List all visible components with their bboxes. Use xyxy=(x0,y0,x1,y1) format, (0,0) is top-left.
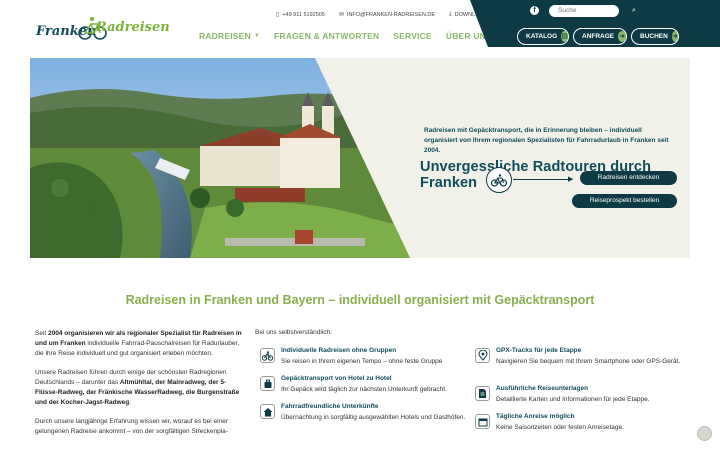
nav-item-service[interactable]: SERVICE xyxy=(393,31,432,41)
chevron-down-icon: ▼ xyxy=(253,33,261,39)
order-brochure-button[interactable]: Reiseprospekt bestellen xyxy=(572,194,677,208)
nav-item-radreisen[interactable]: RADREISEN ▼ xyxy=(199,31,260,41)
house-icon xyxy=(260,404,275,419)
arrow-head-icon: ▶ xyxy=(568,176,574,183)
intro-paragraph-3: Durch unsere langjährige Erfahrung wisse… xyxy=(35,418,228,435)
cyclist-icon xyxy=(260,348,275,363)
mail-icon: ✉ xyxy=(338,12,344,18)
cookie-settings-icon[interactable] xyxy=(697,426,712,441)
phone-link[interactable]: ▯ +49 911 5192505 xyxy=(276,11,325,19)
search-input[interactable] xyxy=(549,5,619,17)
download-icon: ⤓ xyxy=(449,11,452,17)
intro-text: Seit 2004 organisieren wir als regionale… xyxy=(35,329,243,446)
book-icon: ▤ xyxy=(561,31,568,42)
main-nav: RADREISEN ▼ FRAGEN & ANTWORTEN SERVICE ÜB… xyxy=(199,31,492,41)
phone-icon: ▯ xyxy=(276,12,280,18)
nav-item-faq[interactable]: FRAGEN & ANTWORTEN xyxy=(274,31,379,41)
logo-text-radreisen: Radreisen xyxy=(96,20,170,35)
hero-banner: Unvergessliche Radtouren durch Franken xyxy=(30,58,690,258)
catalog-button[interactable]: KATALOG ▤ xyxy=(517,28,569,45)
search-icon: ⌕ xyxy=(632,7,636,14)
arrow-right-icon: ➜ xyxy=(671,31,678,42)
discover-tours-button[interactable]: Radreisen entdecken xyxy=(580,171,677,185)
bicycle-icon xyxy=(486,167,512,193)
hero-subtitle: Radreisen mit Gepäcktransport, die in Er… xyxy=(424,127,669,154)
calendar-icon xyxy=(475,414,490,429)
inquiry-button[interactable]: ANFRAGE ➜ xyxy=(573,28,627,45)
site-logo[interactable]: Franken Radreisen xyxy=(36,16,170,44)
document-icon xyxy=(475,386,490,401)
search-button[interactable]: ⌕ xyxy=(620,5,648,17)
intro-paragraph-2: Unsere Radreisen führen durch einige der… xyxy=(35,369,240,406)
hero-photo-monastery xyxy=(30,58,410,258)
intro-paragraph-1: Seit 2004 organisieren wir als regionale… xyxy=(35,330,242,357)
email-link[interactable]: ✉ INFO@FRANKEN-RADREISEN.DE xyxy=(338,11,435,19)
facebook-icon[interactable]: f xyxy=(530,6,539,15)
section-title: Radreisen in Franken und Bayern – indivi… xyxy=(125,293,595,307)
features-intro: Bei uns selbstverständlich: xyxy=(255,329,332,336)
site-header: Franken Radreisen ▯ +49 911 5192505 ✉ INFO… xyxy=(0,0,720,58)
location-pin-icon xyxy=(475,348,490,363)
luggage-icon xyxy=(260,376,275,391)
arrow-right-icon: ➜ xyxy=(618,31,626,42)
book-button[interactable]: BUCHEN ➜ xyxy=(631,28,679,45)
contact-bar: ▯ +49 911 5192505 ✉ INFO@FRANKEN-RADREISEN… xyxy=(276,11,487,18)
arrow-connector xyxy=(513,179,571,180)
